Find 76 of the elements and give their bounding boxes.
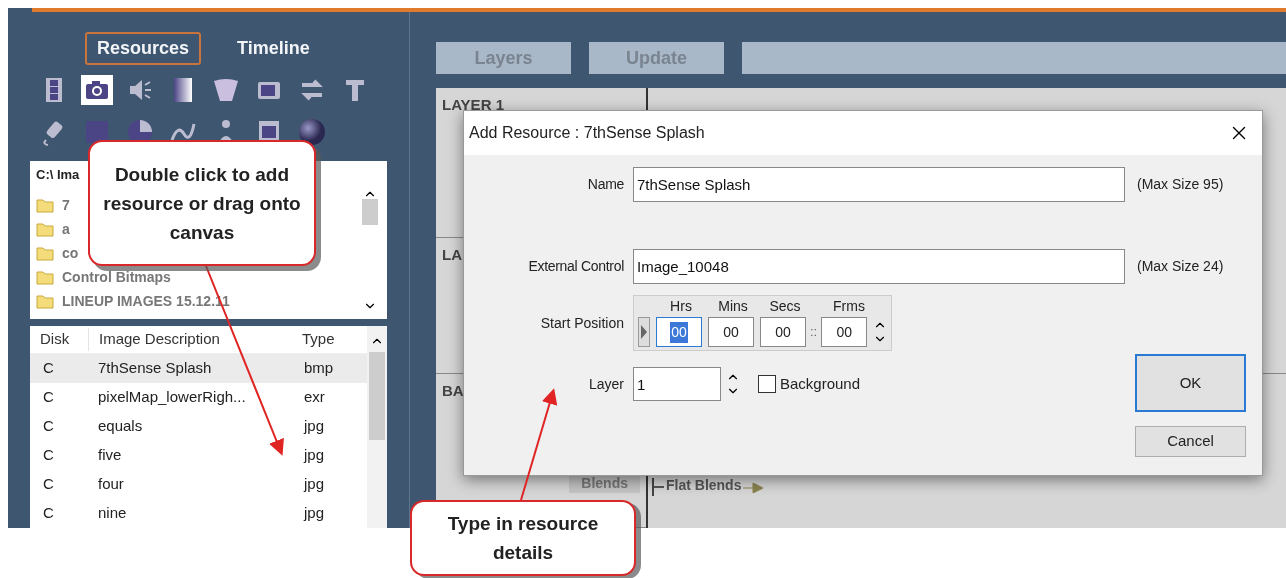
folder-item[interactable]: Control Bitmaps (36, 265, 171, 289)
folder-path: C:\ Ima (36, 166, 80, 184)
field-hint: (Max Size 24) (1137, 257, 1224, 276)
table-cell-text: C (42, 474, 55, 495)
scrollbar[interactable] (367, 326, 387, 528)
table-cell-text: five (97, 445, 123, 466)
checkbox[interactable] (758, 375, 776, 393)
dialog-button[interactable]: Cancel (1135, 426, 1246, 457)
table-cell-text: exr (303, 387, 326, 408)
dialog-title: Add Resource : 7thSense Splash (469, 123, 706, 143)
column-header[interactable]: Type (292, 328, 350, 351)
table-cell-text: jpg (302, 416, 326, 437)
text-field[interactable]: Image_10048 (633, 249, 1125, 284)
column-header: Hrs (669, 297, 693, 316)
table-cell-text: jpg (302, 474, 326, 495)
scroll-thumb[interactable] (362, 199, 378, 225)
panel-tab[interactable]: Resources (85, 32, 202, 65)
folder-icon (36, 245, 54, 261)
field-label: Start Position (539, 313, 625, 333)
field-label: External Control (527, 257, 625, 276)
folder-icon (36, 293, 54, 309)
column-header: Frms (832, 297, 866, 316)
table-row[interactable]: C five jpg (30, 441, 367, 470)
play-marker-icon[interactable] (638, 317, 650, 347)
time-field[interactable]: 00 (760, 317, 806, 347)
table-cell-text: C (42, 416, 55, 437)
table-cell-text: C (42, 358, 55, 379)
column-header: Mins (717, 297, 749, 316)
table-cell-text: bmp (303, 358, 335, 379)
trapezoid-icon (212, 76, 240, 104)
table-cell-text: jpg (302, 445, 326, 466)
checkbox-label: Background (780, 373, 861, 394)
column-header[interactable]: Disk (30, 328, 88, 351)
folder-item[interactable]: co (36, 241, 79, 265)
layer-heading: BA (442, 381, 464, 401)
time-field[interactable]: 00 (656, 317, 702, 347)
table-row[interactable]: C pixelMap_lowerRigh... exr (30, 383, 367, 412)
table-cell-text: C (42, 445, 55, 466)
column-header: Secs (768, 297, 802, 316)
layer-heading: LAYER 1 (442, 95, 504, 115)
square-icon (83, 118, 111, 146)
table-row[interactable]: C four jpg (30, 470, 367, 499)
folder-icon (36, 197, 54, 213)
dialog-button[interactable]: OK (1135, 354, 1246, 412)
table-row[interactable]: C 7thSense Splash bmp (30, 354, 367, 383)
table-cell-text: four (97, 474, 125, 495)
folder-item[interactable]: 7 (36, 193, 70, 217)
field-label: Layer (587, 374, 625, 394)
track-label: Flat Blends (665, 476, 742, 495)
folder-item[interactable]: a (36, 217, 70, 241)
folder-icon (36, 221, 54, 237)
table-cell-text: jpg (302, 503, 326, 524)
time-field[interactable]: 00 (821, 317, 868, 347)
panel-tab[interactable]: Timeline (225, 32, 322, 65)
number-field[interactable]: 1 (633, 367, 721, 401)
table-cell-text: pixelMap_lowerRigh... (97, 387, 247, 408)
table-cell-text: 7thSense Splash (97, 358, 213, 379)
table-cell-text: C (42, 387, 55, 408)
field-hint: (Max Size 95) (1137, 175, 1224, 194)
table-row[interactable]: C equals jpg (30, 412, 367, 441)
toolbar-button[interactable] (81, 75, 113, 105)
field-label: Name (586, 175, 625, 194)
table-cell-text: equals (97, 416, 144, 437)
scroll-thumb[interactable] (369, 352, 385, 440)
time-field[interactable]: 00 (708, 317, 754, 347)
column-header[interactable]: Image Description (88, 328, 292, 351)
table-row[interactable]: C nine jpg (30, 499, 367, 528)
toolbar-button[interactable] (296, 117, 328, 147)
separator-text: :: (810, 323, 818, 342)
text-field[interactable]: 7thSense Splash (633, 167, 1125, 202)
arrow-icon (743, 483, 766, 493)
sphere-icon (298, 118, 326, 146)
table-cell-text: C (42, 503, 55, 524)
table-cell-text: nine (97, 503, 128, 524)
folder-icon (36, 269, 54, 285)
layer-heading: LA (442, 245, 462, 265)
